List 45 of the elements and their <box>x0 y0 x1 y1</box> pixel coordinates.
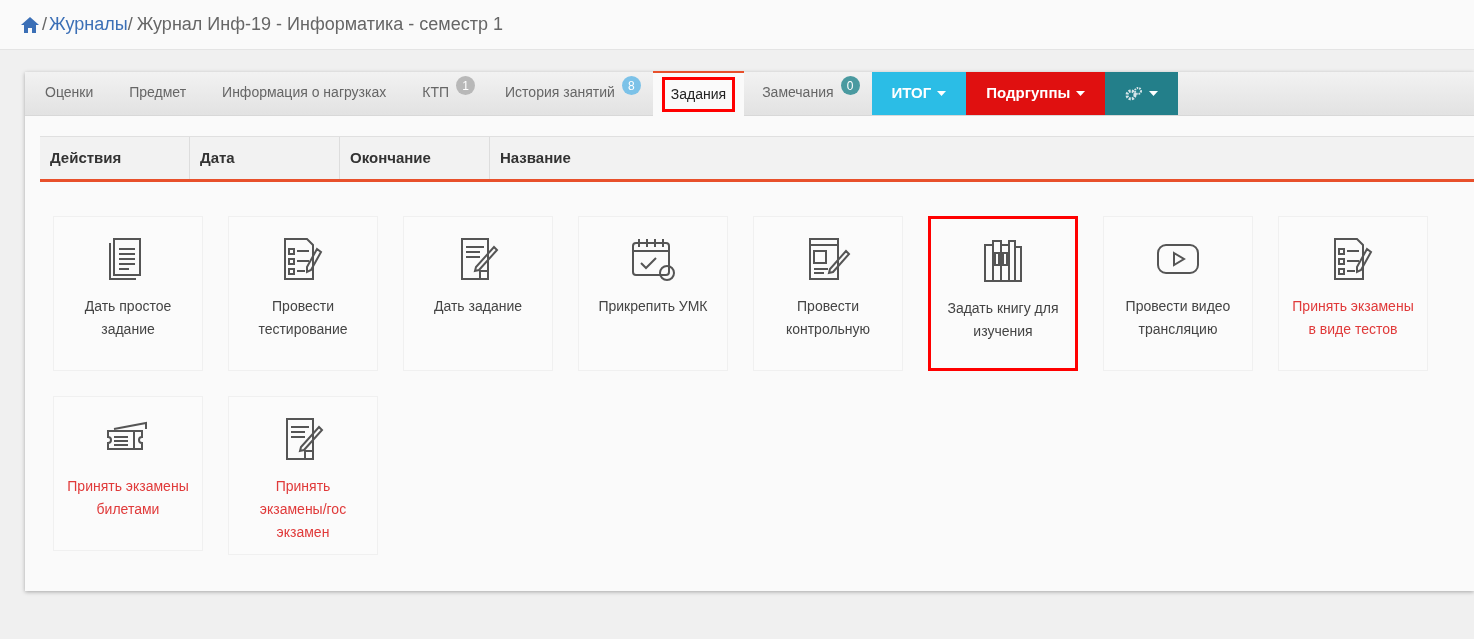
column-header: Окончание <box>340 137 490 179</box>
card-label: Прикрепить УМК <box>598 297 708 316</box>
count-badge: 8 <box>621 76 641 95</box>
card-label: Задать книгу для изучения <box>946 299 1060 341</box>
breadcrumb-separator: / <box>42 13 47 36</box>
tab[interactable]: Оценки <box>27 70 112 115</box>
tab[interactable]: Замечания 0 <box>744 70 872 115</box>
card-label: Провести видео трансляцию <box>1124 297 1232 339</box>
card-label: Дать простое задание <box>83 297 173 339</box>
count-badge: 1 <box>456 76 476 95</box>
action-card[interactable]: Провести видео трансляцию <box>1103 216 1253 371</box>
action-card[interactable]: Провести тестирование <box>228 216 378 371</box>
tab[interactable]: Предмет <box>111 70 205 115</box>
card-label: Провести контрольную <box>784 297 872 339</box>
breadcrumb-link[interactable]: Журналы <box>49 11 128 38</box>
action-card[interactable]: Принять экзамены в виде тестов <box>1278 216 1428 371</box>
column-header: Действия <box>40 137 190 179</box>
tab[interactable]: История занятий 8 <box>487 70 653 115</box>
action-card[interactable]: Прикрепить УМК <box>578 216 728 371</box>
action-card[interactable]: Задать книгу для изучения <box>928 216 1078 371</box>
breadcrumb-separator: / <box>127 13 133 36</box>
tab[interactable]: КТП 1 <box>404 70 488 115</box>
card-label: Принять экзамены/гос экзамен <box>258 477 348 542</box>
settings-icon <box>1125 86 1144 101</box>
dropdown-button[interactable]: Подргуппы <box>966 72 1106 115</box>
settings-dropdown-button[interactable] <box>1105 72 1179 115</box>
home-icon[interactable] <box>20 15 40 34</box>
column-header: Дата <box>190 137 340 179</box>
breadcrumb-current: Журнал Инф-19 - Информатика - семестр 1 <box>136 13 503 36</box>
tab[interactable]: Задания <box>652 71 745 116</box>
card-label: Принять экзамены в виде тестов <box>1291 297 1415 339</box>
action-card[interactable]: Принять экзамены билетами <box>53 396 203 551</box>
caret-icon <box>937 91 947 96</box>
action-card[interactable]: Провести контрольную <box>753 216 903 371</box>
action-card[interactable]: Принять экзамены/гос экзамен <box>228 396 378 555</box>
caret-icon <box>1149 91 1159 96</box>
action-card[interactable]: Дать простое задание <box>53 216 203 371</box>
column-header: Название <box>499 147 572 168</box>
card-label: Провести тестирование <box>257 297 349 339</box>
card-label: Дать задание <box>433 297 523 316</box>
card-label: Принять экзамены билетами <box>66 477 190 519</box>
tab[interactable]: Информация о нагрузках <box>204 70 405 115</box>
action-card[interactable]: Дать задание <box>403 216 553 371</box>
caret-icon <box>1076 91 1086 96</box>
count-badge: 0 <box>840 76 860 95</box>
